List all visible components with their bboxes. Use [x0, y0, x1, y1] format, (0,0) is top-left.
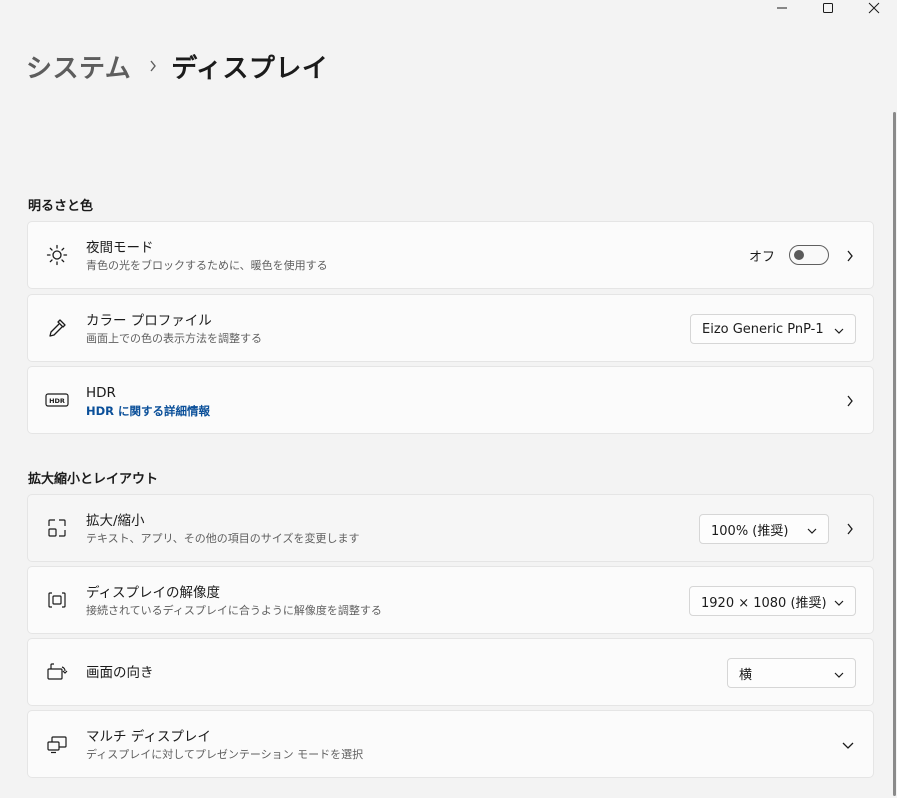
- night-mode-row[interactable]: 夜間モード 青色の光をブロックするために、暖色を使用する オフ: [27, 221, 874, 289]
- scale-subtitle: テキスト、アプリ、その他の項目のサイズを変更します: [86, 532, 360, 545]
- hdr-icon: HDR: [44, 387, 70, 413]
- chevron-down-icon: [807, 524, 817, 539]
- multi-display-subtitle: ディスプレイに対してプレゼンテーション モードを選択: [86, 748, 364, 761]
- chevron-down-icon: [834, 596, 844, 611]
- night-mode-toggle-label: オフ: [748, 250, 775, 265]
- multi-display-title: マルチ ディスプレイ: [86, 729, 211, 745]
- chevron-right-icon[interactable]: [845, 393, 855, 409]
- orientation-title: 画面の向き: [86, 665, 154, 681]
- multi-display-row[interactable]: マルチ ディスプレイ ディスプレイに対してプレゼンテーション モードを選択: [27, 710, 874, 778]
- orientation-dropdown[interactable]: 横: [727, 658, 856, 688]
- minimize-button[interactable]: [759, 0, 805, 16]
- maximize-button[interactable]: [805, 0, 851, 16]
- resolution-dropdown[interactable]: 1920 × 1080 (推奨): [689, 586, 856, 616]
- scale-icon: [44, 515, 70, 541]
- night-mode-toggle[interactable]: [789, 245, 829, 265]
- orientation-icon: [44, 659, 70, 685]
- night-mode-title: 夜間モード: [86, 240, 154, 256]
- scale-dropdown[interactable]: 100% (推奨): [699, 514, 829, 544]
- resolution-title: ディスプレイの解像度: [86, 585, 221, 601]
- multi-display-icon: [44, 731, 70, 757]
- scale-row[interactable]: 拡大/縮小 テキスト、アプリ、その他の項目のサイズを変更します 100% (推奨…: [27, 494, 874, 562]
- eyedropper-icon: [44, 315, 70, 341]
- scrollbar[interactable]: [893, 112, 896, 796]
- hdr-row[interactable]: HDR HDR HDR に関する詳細情報: [27, 366, 874, 434]
- resolution-row: ディスプレイの解像度 接続されているディスプレイに合うように解像度を調整する 1…: [27, 566, 874, 634]
- window-controls: [759, 0, 897, 16]
- resolution-value: 1920 × 1080 (推奨): [701, 595, 827, 611]
- hdr-title: HDR: [86, 385, 116, 401]
- chevron-right-icon[interactable]: [845, 248, 855, 264]
- svg-text:HDR: HDR: [49, 397, 65, 405]
- orientation-row: 画面の向き 横: [27, 638, 874, 706]
- chevron-right-icon[interactable]: [845, 521, 855, 537]
- section-title-brightness: 明るさと色: [28, 199, 94, 214]
- scale-value: 100% (推奨): [711, 523, 789, 539]
- scale-title: 拡大/縮小: [86, 513, 145, 529]
- color-profile-value: Eizo Generic PnP-1: [702, 321, 824, 337]
- brightness-sun-icon: [44, 242, 70, 268]
- resolution-icon: [44, 587, 70, 613]
- breadcrumb: システム ディスプレイ: [26, 46, 328, 86]
- color-profile-subtitle: 画面上での色の表示方法を調整する: [86, 332, 262, 345]
- close-button[interactable]: [851, 0, 897, 16]
- close-icon: [868, 2, 880, 14]
- minimize-icon: [777, 7, 787, 9]
- toggle-knob: [794, 250, 804, 260]
- chevron-down-icon[interactable]: [841, 737, 855, 753]
- chevron-down-icon: [834, 668, 844, 683]
- breadcrumb-chevron-icon: [149, 60, 157, 72]
- hdr-info-link[interactable]: HDR に関する詳細情報: [86, 403, 210, 419]
- resolution-subtitle: 接続されているディスプレイに合うように解像度を調整する: [86, 604, 382, 617]
- orientation-value: 横: [739, 667, 753, 683]
- night-mode-subtitle: 青色の光をブロックするために、暖色を使用する: [86, 259, 328, 272]
- breadcrumb-parent[interactable]: システム: [26, 48, 131, 85]
- page-title: ディスプレイ: [171, 53, 329, 84]
- color-profile-title: カラー プロファイル: [86, 313, 212, 329]
- color-profile-dropdown[interactable]: Eizo Generic PnP-1: [690, 314, 856, 344]
- chevron-down-icon: [834, 324, 844, 339]
- maximize-icon: [823, 3, 833, 13]
- color-profile-row: カラー プロファイル 画面上での色の表示方法を調整する Eizo Generic…: [27, 294, 874, 362]
- section-title-scale-layout: 拡大縮小とレイアウト: [28, 472, 159, 487]
